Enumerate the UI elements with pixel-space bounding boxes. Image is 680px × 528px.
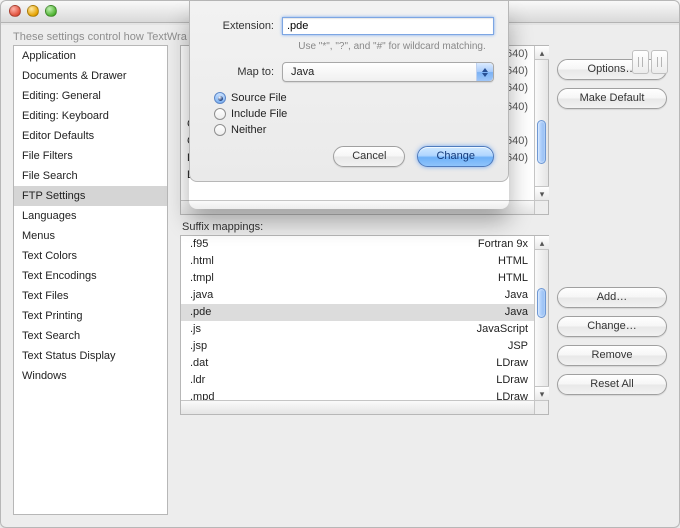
sheet-cancel-button[interactable]: Cancel — [333, 146, 405, 167]
sheet-change-button[interactable]: Change — [417, 146, 494, 167]
extension-input[interactable] — [282, 17, 494, 35]
suffix-ext: .dat — [187, 356, 448, 371]
sidebar-item[interactable]: Text Printing — [14, 306, 167, 326]
suffix-lang: LDraw — [448, 390, 528, 400]
suffix-row[interactable]: .jspJSP — [181, 338, 534, 355]
sidebar-item[interactable]: Editing: General — [14, 86, 167, 106]
suffix-ext: .f95 — [187, 237, 448, 252]
popup-arrows-icon — [476, 63, 493, 81]
sidebar-item[interactable]: Text Search — [14, 326, 167, 346]
languages-hscrollbar[interactable] — [181, 200, 534, 214]
suffix-vscrollbar[interactable]: ▴ ▾ — [534, 236, 548, 400]
scroll-up-icon[interactable]: ▴ — [535, 46, 549, 60]
suffix-mappings-list[interactable]: .f95Fortran 9x.htmlHTML.tmplHTML.javaJav… — [180, 235, 549, 415]
radio-label: Include File — [231, 108, 287, 120]
map-to-popup[interactable]: Java — [282, 62, 494, 82]
radio-icon — [214, 108, 226, 120]
sidebar-item[interactable]: Application — [14, 46, 167, 66]
suffix-ext: .js — [187, 322, 448, 337]
suffix-row[interactable]: .ldrLDraw — [181, 372, 534, 389]
sidebar-item[interactable]: Editing: Keyboard — [14, 106, 167, 126]
sidebar-item[interactable]: File Search — [14, 166, 167, 186]
suffix-ext: .jsp — [187, 339, 448, 354]
suffix-row[interactable]: .pdeJava — [181, 304, 534, 321]
suffix-row[interactable]: .datLDraw — [181, 355, 534, 372]
suffix-ext: .html — [187, 254, 448, 269]
suffix-lang: LDraw — [448, 373, 528, 388]
sidebar-item[interactable]: Text Files — [14, 286, 167, 306]
suffix-vscroll-thumb[interactable] — [537, 288, 546, 318]
wildcard-hint: Use "*", "?", and "#" for wildcard match… — [290, 41, 494, 52]
minimize-icon[interactable] — [27, 5, 39, 17]
category-list[interactable]: ApplicationDocuments & DrawerEditing: Ge… — [13, 45, 168, 515]
suffix-mapping-sheet: Extension: Use "*", "?", and "#" for wil… — [189, 1, 509, 182]
suffix-row[interactable]: .tmplHTML — [181, 270, 534, 287]
suffix-lang: Java — [448, 288, 528, 303]
suffix-ext: .pde — [187, 305, 448, 320]
remove-button[interactable]: Remove — [557, 345, 667, 366]
sidebar-item[interactable]: Text Encodings — [14, 266, 167, 286]
suffix-row[interactable]: .javaJava — [181, 287, 534, 304]
suffix-hscrollbar[interactable] — [181, 400, 534, 414]
sidebar-item[interactable]: Menus — [14, 226, 167, 246]
drawer-toggle-left-icon[interactable] — [632, 50, 649, 74]
sidebar-item[interactable]: Windows — [14, 366, 167, 386]
radio-icon — [214, 124, 226, 136]
map-to-value: Java — [291, 66, 314, 78]
add-button[interactable]: Add… — [557, 287, 667, 308]
file-type-radio[interactable]: Include File — [214, 108, 494, 120]
scroll-down-icon[interactable]: ▾ — [535, 186, 549, 200]
suffix-section-label: Suffix mappings: — [182, 221, 549, 233]
suffix-ext: .tmpl — [187, 271, 448, 286]
sidebar-item[interactable]: FTP Settings — [14, 186, 167, 206]
suffix-ext: .java — [187, 288, 448, 303]
suffix-lang: HTML — [448, 271, 528, 286]
preferences-window: TextWrangler Preferences These settings … — [0, 0, 680, 528]
zoom-icon[interactable] — [45, 5, 57, 17]
suffix-lang: Java — [448, 305, 528, 320]
sidebar-item[interactable]: File Filters — [14, 146, 167, 166]
radio-icon — [214, 92, 226, 104]
sidebar-item[interactable]: Languages — [14, 206, 167, 226]
drawer-toggle-right-icon[interactable] — [651, 50, 668, 74]
sidebar-item[interactable]: Text Colors — [14, 246, 167, 266]
radio-label: Neither — [231, 124, 266, 136]
suffix-row[interactable]: .jsJavaScript — [181, 321, 534, 338]
suffix-lang: LDraw — [448, 356, 528, 371]
scroll-corner — [534, 200, 548, 214]
make-default-button[interactable]: Make Default — [557, 88, 667, 109]
suffix-row[interactable]: .htmlHTML — [181, 253, 534, 270]
sidebar-item[interactable]: Editor Defaults — [14, 126, 167, 146]
suffix-row[interactable]: .f95Fortran 9x — [181, 236, 534, 253]
suffix-row[interactable]: .mpdLDraw — [181, 389, 534, 400]
languages-vscroll-thumb[interactable] — [537, 120, 546, 164]
close-icon[interactable] — [9, 5, 21, 17]
sidebar-item[interactable]: Documents & Drawer — [14, 66, 167, 86]
suffix-ext: .ldr — [187, 373, 448, 388]
change-button[interactable]: Change… — [557, 316, 667, 337]
file-type-radio[interactable]: Source File — [214, 92, 494, 104]
scroll-corner — [534, 400, 548, 414]
reset-all-button[interactable]: Reset All — [557, 374, 667, 395]
file-type-radio[interactable]: Neither — [214, 124, 494, 136]
scroll-up-icon[interactable]: ▴ — [535, 236, 549, 250]
suffix-lang: Fortran 9x — [448, 237, 528, 252]
map-to-label: Map to: — [204, 66, 282, 78]
suffix-ext: .mpd — [187, 390, 448, 400]
suffix-lang: HTML — [448, 254, 528, 269]
suffix-lang: JSP — [448, 339, 528, 354]
extension-label: Extension: — [204, 20, 282, 32]
scroll-down-icon[interactable]: ▾ — [535, 386, 549, 400]
languages-vscrollbar[interactable]: ▴ ▾ — [534, 46, 548, 200]
suffix-lang: JavaScript — [448, 322, 528, 337]
radio-label: Source File — [231, 92, 287, 104]
sidebar-item[interactable]: Text Status Display — [14, 346, 167, 366]
